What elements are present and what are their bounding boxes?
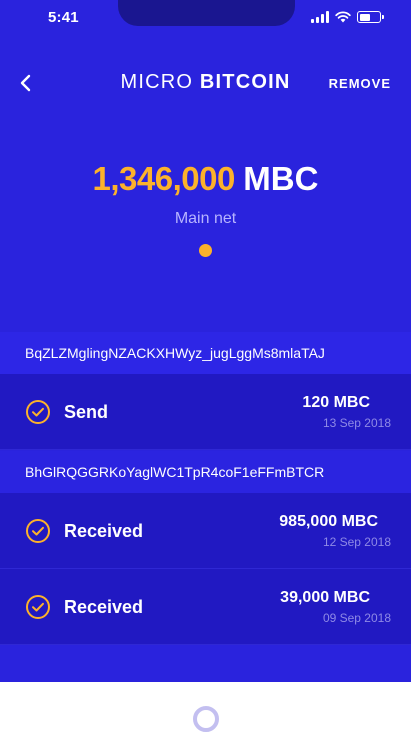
address-row[interactable]: BhGlRQGGRKoYaglWC1TpR4coF1eFFmBTCR	[0, 451, 411, 493]
transaction-row[interactable]: Received 39,000 MBC 09 Sep 2018	[0, 569, 411, 645]
transaction-amount: 120 MBC	[302, 394, 370, 411]
transaction-amount: 985,000 MBC	[279, 513, 378, 530]
battery-icon	[357, 11, 384, 23]
status-bar: 5:41	[0, 0, 411, 36]
transaction-amount: 39,000 MBC	[280, 589, 370, 606]
remove-button[interactable]: REMOVE	[329, 76, 391, 91]
transaction-row[interactable]: Send 120 MBC 13 Sep 2018	[0, 374, 411, 450]
transaction-row[interactable]: Received 985,000 MBC 12 Sep 2018	[0, 493, 411, 569]
home-button-icon[interactable]	[193, 706, 219, 732]
network-label: Main net	[174, 210, 237, 227]
transaction-type: Send	[64, 402, 109, 422]
address-group: BqZLZMglingNZACKXHWyz_jugLggMs8mlaTAJ Se…	[0, 332, 411, 450]
check-circle-icon	[26, 400, 50, 424]
transaction-type: Received	[64, 521, 144, 541]
address-group: BhGlRQGGRKoYaglWC1TpR4coF1eFFmBTCR Recei…	[0, 451, 411, 645]
app-header: MICRO BITCOIN REMOVE	[0, 64, 411, 102]
bottom-bar	[0, 682, 411, 755]
transaction-type: Received	[64, 597, 144, 617]
device-notch	[118, 0, 295, 26]
title-bold: BITCOIN	[199, 71, 291, 93]
signal-icon	[311, 11, 329, 23]
check-circle-icon	[26, 595, 50, 619]
status-icons	[311, 11, 384, 23]
transaction-date: 13 Sep 2018	[322, 416, 391, 430]
network-indicator-dot	[199, 244, 212, 257]
balance-amount: 1,346,000	[92, 160, 236, 197]
balance-display: 1,346,000 MBC	[0, 160, 411, 198]
title-light: MICRO	[120, 71, 194, 93]
transaction-date: 12 Sep 2018	[322, 535, 391, 549]
check-circle-icon	[26, 519, 50, 543]
wifi-icon	[335, 11, 351, 23]
balance-unit: MBC	[243, 160, 319, 197]
status-time: 5:41	[48, 9, 79, 26]
transaction-date: 09 Sep 2018	[322, 611, 391, 625]
wallet-screen: 5:41 MICRO BITCOIN REMOVE 1,346,000 MBC …	[0, 0, 411, 682]
address-row[interactable]: BqZLZMglingNZACKXHWyz_jugLggMs8mlaTAJ	[0, 332, 411, 374]
